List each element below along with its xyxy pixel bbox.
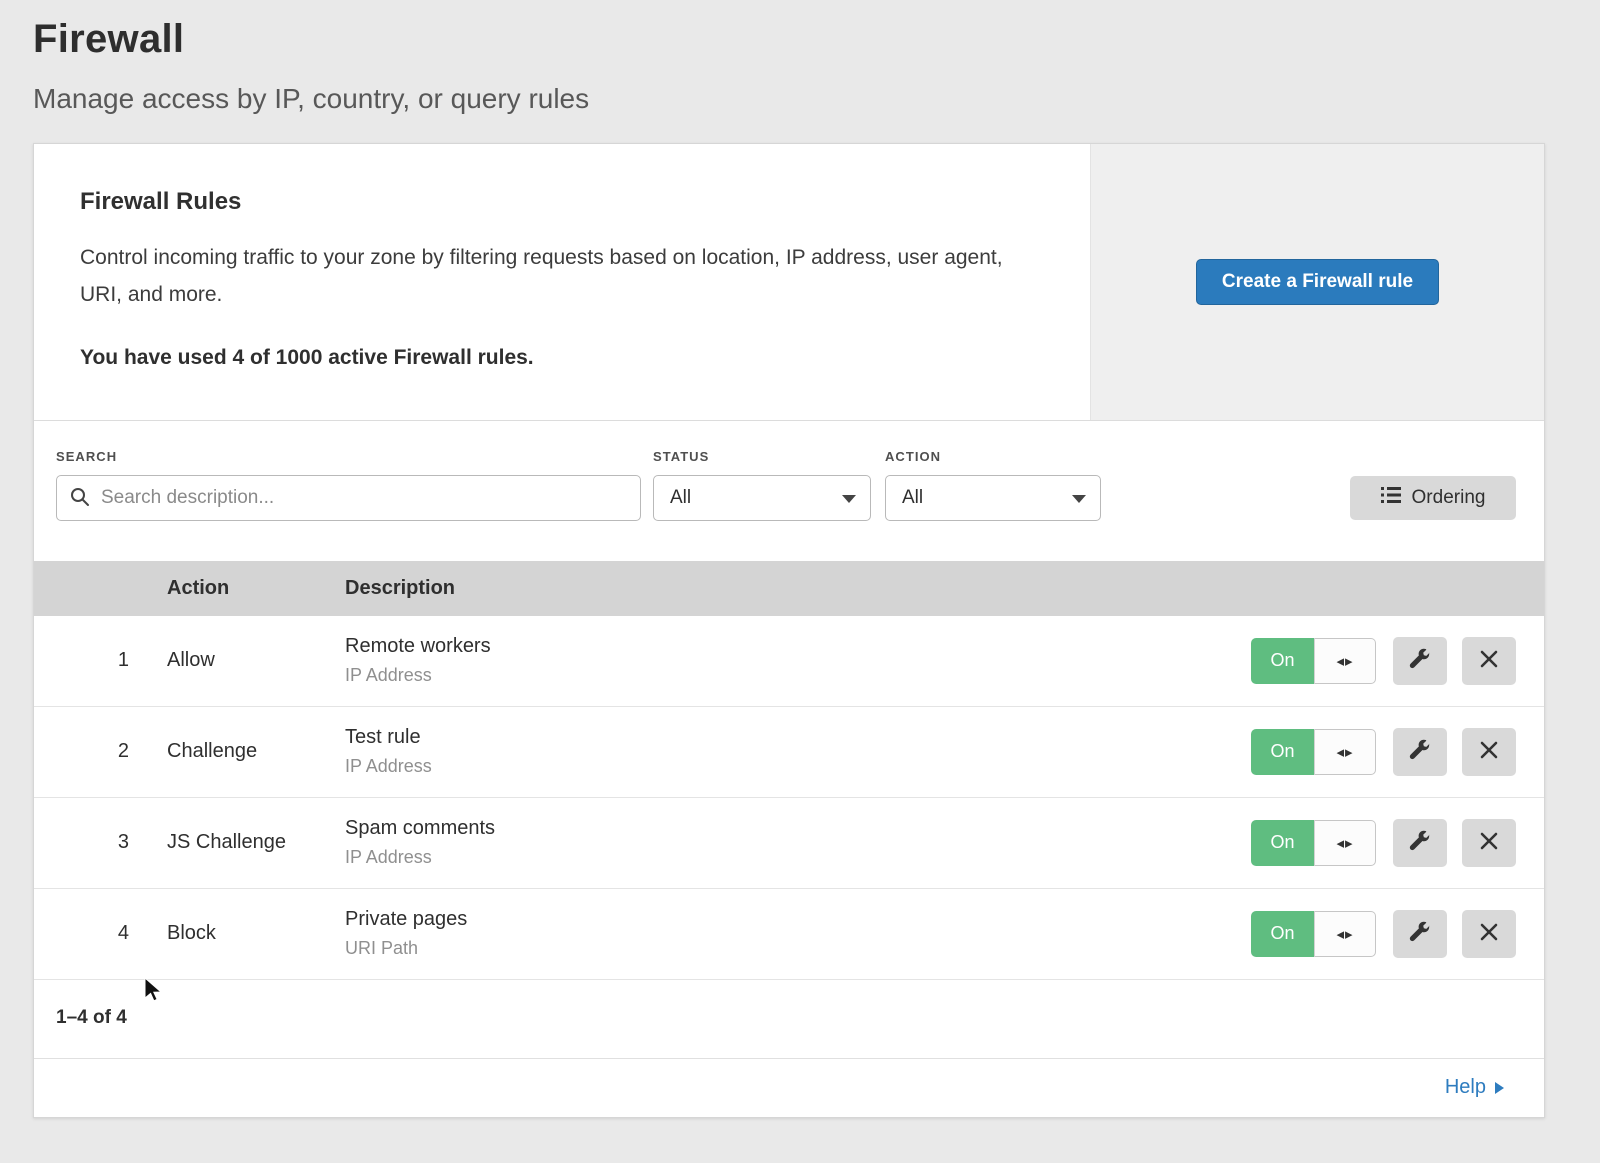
rule-action: Allow	[167, 649, 345, 672]
toggle-on-label[interactable]: On	[1251, 638, 1314, 684]
rule-action: Block	[167, 922, 345, 945]
rule-description-title: Test rule	[345, 726, 1251, 749]
rule-description-title: Spam comments	[345, 817, 1251, 840]
table-row: 2 Challenge Test rule IP Address On ◂▸	[34, 707, 1544, 798]
rule-controls: On ◂▸	[1251, 728, 1516, 776]
wrench-icon	[1409, 830, 1431, 855]
rule-number: 2	[34, 740, 167, 763]
help-link-label: Help	[1445, 1076, 1486, 1099]
ordering-list-icon	[1381, 486, 1401, 510]
rule-match-type: URI Path	[345, 938, 1251, 959]
wrench-icon	[1409, 739, 1431, 764]
close-icon	[1480, 650, 1498, 671]
rule-enabled-toggle[interactable]: On ◂▸	[1251, 729, 1376, 775]
rule-description-cell: Private pages URI Path	[345, 908, 1251, 959]
rule-enabled-toggle[interactable]: On ◂▸	[1251, 820, 1376, 866]
rule-number: 4	[34, 922, 167, 945]
toggle-on-label[interactable]: On	[1251, 820, 1314, 866]
search-filter-group: SEARCH	[56, 449, 641, 521]
rule-enabled-toggle[interactable]: On ◂▸	[1251, 638, 1376, 684]
table-row: 1 Allow Remote workers IP Address On ◂▸	[34, 616, 1544, 707]
arrow-right-icon	[1495, 1082, 1504, 1094]
action-filter-group: ACTION All	[885, 449, 1101, 521]
table-header: Action Description	[34, 561, 1544, 616]
search-icon	[69, 486, 91, 513]
ordering-wrap: Ordering	[1350, 449, 1516, 521]
toggle-on-label[interactable]: On	[1251, 911, 1314, 957]
rule-enabled-toggle[interactable]: On ◂▸	[1251, 911, 1376, 957]
table-row: 3 JS Challenge Spam comments IP Address …	[34, 798, 1544, 889]
page-subtitle: Manage access by IP, country, or query r…	[33, 82, 1560, 116]
chevron-down-icon	[1072, 495, 1086, 503]
rule-description-cell: Remote workers IP Address	[345, 635, 1251, 686]
rule-number: 3	[34, 831, 167, 854]
status-selected-value: All	[670, 487, 691, 509]
delete-rule-button[interactable]	[1462, 728, 1516, 776]
close-icon	[1480, 741, 1498, 762]
help-row: Help	[34, 1059, 1544, 1117]
delete-rule-button[interactable]	[1462, 910, 1516, 958]
close-icon	[1480, 923, 1498, 944]
wrench-icon	[1409, 921, 1431, 946]
search-label: SEARCH	[56, 449, 641, 464]
toggle-arrows-icon[interactable]: ◂▸	[1314, 911, 1376, 957]
rule-action: Challenge	[167, 740, 345, 763]
wrench-icon	[1409, 648, 1431, 673]
card-intro: Firewall Rules Control incoming traffic …	[34, 144, 1090, 420]
card-top-section: Firewall Rules Control incoming traffic …	[34, 144, 1544, 421]
edit-rule-button[interactable]	[1393, 819, 1447, 867]
rules-rows: 1 Allow Remote workers IP Address On ◂▸	[34, 616, 1544, 980]
action-column-header: Action	[167, 577, 345, 600]
card-description: Control incoming traffic to your zone by…	[80, 240, 1030, 314]
search-input[interactable]	[56, 475, 641, 521]
toggle-arrows-icon[interactable]: ◂▸	[1314, 820, 1376, 866]
rule-match-type: IP Address	[345, 847, 1251, 868]
rule-description-cell: Spam comments IP Address	[345, 817, 1251, 868]
toggle-arrows-icon[interactable]: ◂▸	[1314, 638, 1376, 684]
delete-rule-button[interactable]	[1462, 637, 1516, 685]
page-title: Firewall	[33, 16, 1560, 62]
action-selected-value: All	[902, 487, 923, 509]
rule-number: 1	[34, 649, 167, 672]
table-row: 4 Block Private pages URI Path On ◂▸	[34, 889, 1544, 980]
card-action-panel: Create a Firewall rule	[1090, 144, 1544, 420]
ordering-button-label: Ordering	[1412, 487, 1486, 509]
rule-controls: On ◂▸	[1251, 910, 1516, 958]
rule-match-type: IP Address	[345, 756, 1251, 777]
firewall-rules-card: Firewall Rules Control incoming traffic …	[33, 143, 1545, 1118]
status-filter-group: STATUS All	[653, 449, 871, 521]
rule-description-title: Private pages	[345, 908, 1251, 931]
delete-rule-button[interactable]	[1462, 819, 1516, 867]
chevron-down-icon	[842, 495, 856, 503]
search-box	[56, 475, 641, 521]
help-link[interactable]: Help	[1445, 1076, 1504, 1099]
rule-controls: On ◂▸	[1251, 637, 1516, 685]
rule-controls: On ◂▸	[1251, 819, 1516, 867]
ordering-button[interactable]: Ordering	[1350, 476, 1516, 520]
status-select[interactable]: All	[653, 475, 871, 521]
create-firewall-rule-button[interactable]: Create a Firewall rule	[1196, 259, 1439, 305]
action-label: ACTION	[885, 449, 1101, 464]
status-label: STATUS	[653, 449, 871, 464]
toggle-on-label[interactable]: On	[1251, 729, 1314, 775]
action-select[interactable]: All	[885, 475, 1101, 521]
page-header: Firewall Manage access by IP, country, o…	[0, 0, 1600, 116]
rule-description-cell: Test rule IP Address	[345, 726, 1251, 777]
rule-description-title: Remote workers	[345, 635, 1251, 658]
usage-summary: You have used 4 of 1000 active Firewall …	[80, 346, 1042, 370]
filters-bar: SEARCH STATUS All ACTION All	[34, 421, 1544, 561]
rule-match-type: IP Address	[345, 665, 1251, 686]
edit-rule-button[interactable]	[1393, 637, 1447, 685]
pagination: 1–4 of 4	[34, 980, 1544, 1059]
edit-rule-button[interactable]	[1393, 910, 1447, 958]
card-heading: Firewall Rules	[80, 188, 1042, 216]
rule-action: JS Challenge	[167, 831, 345, 854]
description-column-header: Description	[345, 577, 1251, 600]
edit-rule-button[interactable]	[1393, 728, 1447, 776]
close-icon	[1480, 832, 1498, 853]
toggle-arrows-icon[interactable]: ◂▸	[1314, 729, 1376, 775]
